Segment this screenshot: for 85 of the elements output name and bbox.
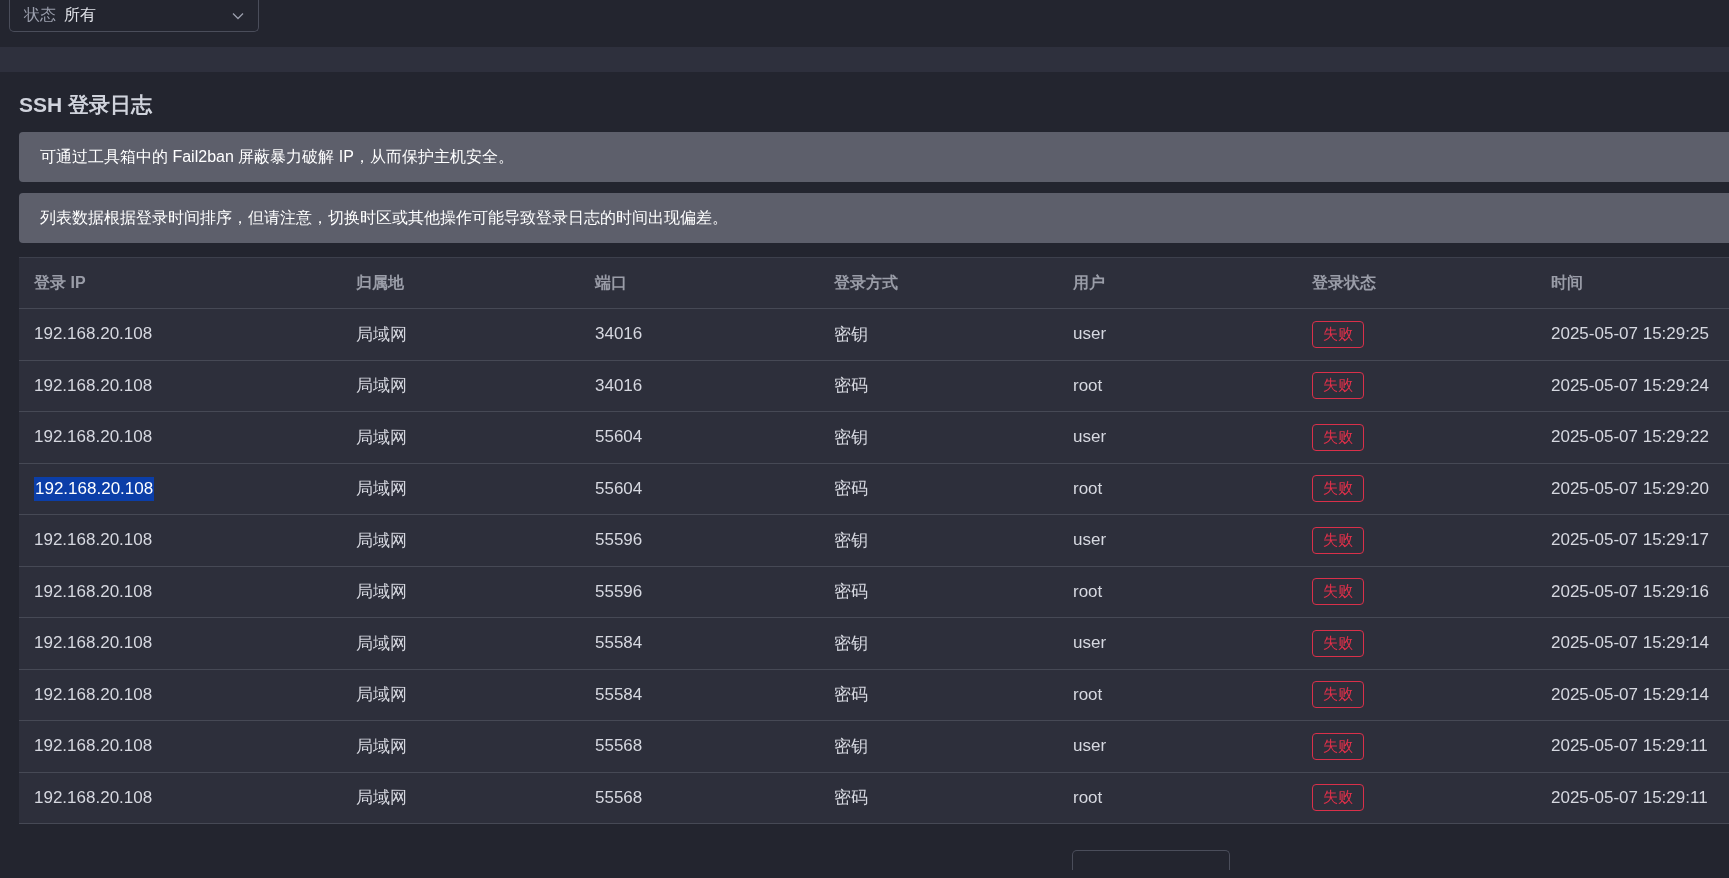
info-alert: 可通过工具箱中的 Fail2ban 屏蔽暴力破解 IP，从而保护主机安全。 — [19, 132, 1729, 182]
ip-address: 192.168.20.108 — [34, 476, 155, 501]
port-number: 55584 — [595, 633, 643, 654]
login-method: 密码 — [834, 581, 868, 604]
login-time: 2025-05-07 15:29:20 — [1551, 478, 1709, 499]
location-text: 局域网 — [356, 787, 407, 810]
location-text: 局域网 — [356, 426, 407, 449]
ip-address: 192.168.20.108 — [34, 684, 153, 705]
login-time: 2025-05-07 15:29:14 — [1551, 684, 1709, 705]
login-method: 密钥 — [834, 735, 868, 758]
ip-address: 192.168.20.108 — [34, 581, 153, 602]
login-time: 2025-05-07 15:29:11 — [1551, 736, 1708, 757]
column-header: 登录状态 — [1312, 272, 1376, 293]
login-time: 2025-05-07 15:29:11 — [1551, 787, 1708, 808]
user-name: user — [1073, 427, 1107, 448]
location-text: 局域网 — [356, 735, 407, 758]
ip-address: 192.168.20.108 — [34, 530, 153, 551]
user-name: root — [1073, 581, 1103, 602]
ip-address: 192.168.20.108 — [34, 787, 153, 808]
location-text: 局域网 — [356, 632, 407, 655]
select-value: 所有 — [64, 5, 97, 25]
login-method: 密钥 — [834, 529, 868, 552]
login-method: 密钥 — [834, 323, 868, 346]
location-text: 局域网 — [356, 375, 407, 398]
status-tag: 失败 — [1312, 526, 1364, 554]
login-method: 密码 — [834, 787, 868, 810]
login-method: 密码 — [834, 684, 868, 707]
chevron-down-icon — [232, 11, 244, 20]
status-tag: 失败 — [1312, 320, 1364, 348]
status-tag: 失败 — [1312, 732, 1364, 760]
status-tag: 失败 — [1312, 372, 1364, 400]
port-number: 55604 — [595, 427, 643, 448]
status-tag: 失败 — [1312, 475, 1364, 503]
login-time: 2025-05-07 15:29:17 — [1551, 530, 1709, 551]
port-number: 55568 — [595, 736, 643, 757]
login-method: 密码 — [834, 478, 868, 501]
ip-address: 192.168.20.108 — [34, 633, 153, 654]
location-text: 局域网 — [356, 529, 407, 552]
column-header: 登录方式 — [834, 272, 898, 293]
column-header: 用户 — [1073, 272, 1105, 293]
login-time: 2025-05-07 15:29:25 — [1551, 324, 1709, 345]
login-method: 密钥 — [834, 426, 868, 449]
login-time: 2025-05-07 15:29:24 — [1551, 375, 1709, 396]
login-method: 密码 — [834, 375, 868, 398]
ip-address: 192.168.20.108 — [34, 324, 153, 345]
status-tag: 失败 — [1312, 681, 1364, 709]
user-name: user — [1073, 633, 1107, 654]
ip-address: 192.168.20.108 — [34, 427, 153, 448]
login-time: 2025-05-07 15:29:16 — [1551, 581, 1709, 602]
status-tag: 失败 — [1312, 423, 1364, 451]
port-number: 55568 — [595, 787, 643, 808]
login-time: 2025-05-07 15:29:22 — [1551, 427, 1709, 448]
user-name: user — [1073, 736, 1107, 757]
login-method: 密钥 — [834, 632, 868, 655]
user-name: root — [1073, 787, 1103, 808]
user-name: user — [1073, 530, 1107, 551]
status-select[interactable]: 状态 所有 — [9, 0, 259, 32]
user-name: root — [1073, 684, 1103, 705]
login-time: 2025-05-07 15:29:14 — [1551, 633, 1709, 654]
port-number: 55584 — [595, 684, 643, 705]
location-text: 局域网 — [356, 684, 407, 707]
location-text: 局域网 — [356, 581, 407, 604]
info-alert: 列表数据根据登录时间排序，但请注意，切换时区或其他操作可能导致登录日志的时间出现偏差。 — [19, 193, 1729, 243]
port-number: 55596 — [595, 581, 643, 602]
port-number: 55596 — [595, 530, 643, 551]
ip-address: 192.168.20.108 — [34, 736, 153, 757]
status-tag: 失败 — [1312, 784, 1364, 812]
user-name: root — [1073, 375, 1103, 396]
user-name: root — [1073, 478, 1103, 499]
status-tag: 失败 — [1312, 629, 1364, 657]
column-header: 端口 — [595, 272, 627, 293]
location-text: 局域网 — [356, 478, 407, 501]
section-title: SSH 登录日志 — [19, 92, 153, 118]
ip-address: 192.168.20.108 — [34, 375, 153, 396]
location-text: 局域网 — [356, 323, 407, 346]
select-label: 状态 — [24, 5, 56, 25]
status-tag: 失败 — [1312, 578, 1364, 606]
pager-box[interactable] — [1072, 850, 1230, 870]
port-number: 34016 — [595, 375, 643, 396]
user-name: user — [1073, 324, 1107, 345]
column-header: 时间 — [1551, 272, 1583, 293]
port-number: 55604 — [595, 478, 643, 499]
column-header: 归属地 — [356, 272, 404, 293]
column-header: 登录 IP — [34, 272, 86, 293]
port-number: 34016 — [595, 324, 643, 345]
